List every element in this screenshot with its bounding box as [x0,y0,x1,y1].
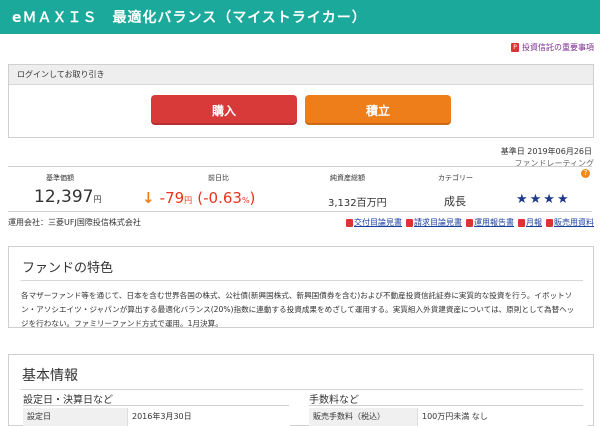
down-arrow-icon: ↓ [142,189,155,207]
change-header: 前日比 [208,174,229,182]
rating-stars: ★★★★ [516,192,571,207]
sales-fee-label: 販売手数料（税込） [309,408,417,426]
nav-value: 12,397円 [34,187,102,207]
document-links: 交付目論見書 請求目論見書 運用報告書 月報 販売用資料 [346,217,594,228]
pdf-icon [466,218,473,227]
fund-features-section: ファンドの特色 各マザーファンド等を通じて、日本を含む世界各国の株式、公社債(新… [8,246,594,328]
pdf-icon [518,218,525,227]
category-header: カテゴリー [438,174,473,182]
link-management-report[interactable]: 運用報告書 [466,217,514,228]
pdf-icon [406,218,413,227]
price-stats: 基準価額 前日比 純資産総額 カテゴリー 12,397円 ↓ -79円 (-0.… [8,166,592,212]
link-kofu-prospectus[interactable]: 交付目論見書 [346,217,402,228]
tsumitate-button[interactable]: 積立 [305,95,451,125]
trade-panel-label: ログインしてお取り引き [9,65,593,85]
page-header: eＭＡＸＩＳ 最適化バランス（マイストライカー） [0,0,600,34]
features-title: ファンドの特色 [19,257,583,281]
net-assets-value: 3,132百万円 [328,198,387,209]
trade-panel: ログインしてお取り引き 購入 積立 [8,64,594,138]
management-company: 運用会社：三菱UFJ国際投信株式会社 [8,218,141,227]
divider [23,405,289,406]
sales-fee-value: 100万円未満 なし [417,408,588,426]
divider [309,405,583,406]
pdf-icon [546,218,553,227]
base-date: 基準日 2019年06月26日 [500,147,592,156]
nav-header: 基準価額 [46,174,74,182]
pdf-icon: P [511,43,519,52]
inception-date-label: 設定日 [23,408,127,426]
important-notice-link[interactable]: P 投資信託の重要事項 [511,42,594,53]
link-sales-material[interactable]: 販売用資料 [546,217,594,228]
day-change: ↓ -79円 (-0.63%) [142,189,256,207]
inception-date-value: 2016年3月30日 [127,408,290,426]
basic-info-title: 基本情報 [19,365,583,390]
basic-info-section: 基本情報 設定日・決算日など 手数料など 設定日 2016年3月30日 販売手数… [8,354,594,426]
link-monthly-report[interactable]: 月報 [518,217,542,228]
category-value: 成長 [444,195,466,208]
dates-subtitle: 設定日・決算日など [23,395,113,406]
notice-label: 投資信託の重要事項 [522,43,594,52]
buy-button[interactable]: 購入 [151,95,297,125]
link-seikyu-prospectus[interactable]: 請求目論見書 [406,217,462,228]
fees-subtitle: 手数料など [309,395,359,406]
features-text: 各マザーファンド等を通じて、日本を含む世界各国の株式、公社債(新興国株式、新興国… [21,291,575,328]
pdf-icon [346,218,353,227]
fund-title: eＭＡＸＩＳ 最適化バランス（マイストライカー） [12,10,367,26]
assets-header: 純資産総額 [330,174,365,182]
